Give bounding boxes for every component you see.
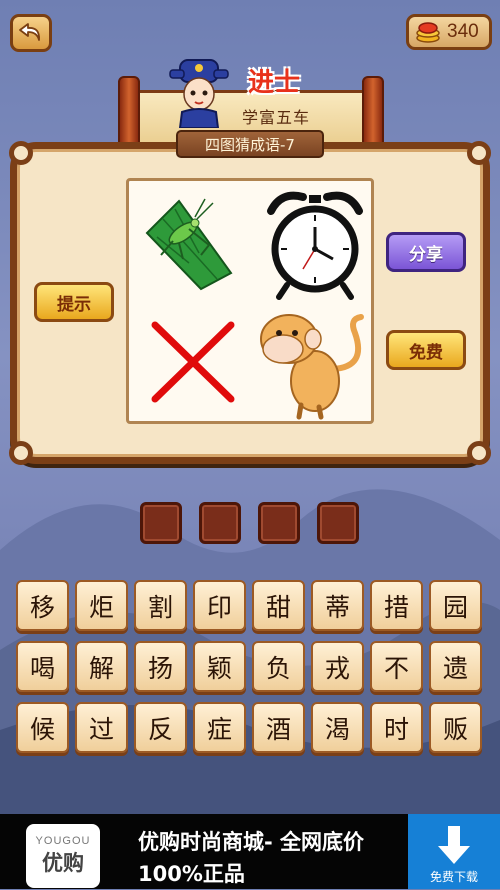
char-key[interactable]: 渴 [311,702,364,753]
board-corner-ornament [9,141,33,165]
grasshopper-icon [145,198,233,291]
char-key[interactable]: 解 [75,641,128,692]
char-key[interactable]: 颖 [193,641,246,692]
ad-banner[interactable]: YOUGOU 优购 优购时尚商城- 全网底价 100%正品 免费下载 [0,814,500,889]
char-key[interactable]: 遗 [429,641,482,692]
char-key[interactable]: 蒂 [311,580,364,631]
rank-title: 进士 [248,68,301,98]
char-key[interactable]: 反 [134,702,187,753]
back-button[interactable] [10,14,52,52]
char-key[interactable]: 印 [193,580,246,631]
char-key[interactable]: 甜 [252,580,305,631]
ad-text: 优购时尚商城- 全网底价 100%正品 [138,830,365,886]
char-key[interactable]: 时 [370,702,423,753]
char-key[interactable]: 酒 [252,702,305,753]
char-key[interactable]: 贩 [429,702,482,753]
coin-stack-icon [416,22,440,43]
ad-download-button[interactable]: 免费下载 [408,814,500,889]
char-key[interactable]: 措 [370,580,423,631]
back-arrow-icon [19,23,40,41]
hint-button[interactable]: 提示 [34,282,114,322]
board-corner-ornament [467,441,491,465]
answer-slot[interactable] [258,502,300,544]
board-corner-ornament [467,141,491,165]
answer-slot[interactable] [317,502,359,544]
alarm-clock-icon [267,191,363,300]
background-hills [0,489,500,830]
char-key[interactable]: 园 [429,580,482,631]
monkey-icon [260,314,364,420]
free-button[interactable]: 免费 [386,330,466,370]
char-key[interactable]: 炬 [75,580,128,631]
char-key[interactable]: 喝 [16,641,69,692]
char-key[interactable]: 戎 [311,641,364,692]
char-key[interactable]: 割 [134,580,187,631]
download-arrow-icon [438,826,470,864]
scholar-avatar [169,59,229,128]
ad-logo: YOUGOU 优购 [26,824,100,888]
char-key[interactable]: 扬 [134,641,187,692]
rank-subtitle: 学富五车 [242,108,311,127]
ad-logo-en: YOUGOU [35,835,91,847]
char-key[interactable]: 不 [370,641,423,692]
ad-download-label: 免费下载 [429,870,478,884]
level-label: 四图猜成语-7 [176,130,324,158]
ad-logo-cn: 优购 [42,851,84,875]
red-cross-icon [151,321,235,403]
char-key[interactable]: 负 [252,641,305,692]
coin-counter[interactable]: 340 [406,14,492,50]
char-key[interactable]: 移 [16,580,69,631]
board-corner-ornament [9,441,33,465]
char-key[interactable]: 症 [193,702,246,753]
answer-slot[interactable] [140,502,182,544]
coin-count: 340 [447,21,479,42]
char-key[interactable]: 过 [75,702,128,753]
answer-slot[interactable] [199,502,241,544]
puzzle-image-frame [126,178,374,424]
share-button[interactable]: 分享 [386,232,466,272]
char-key[interactable]: 候 [16,702,69,753]
